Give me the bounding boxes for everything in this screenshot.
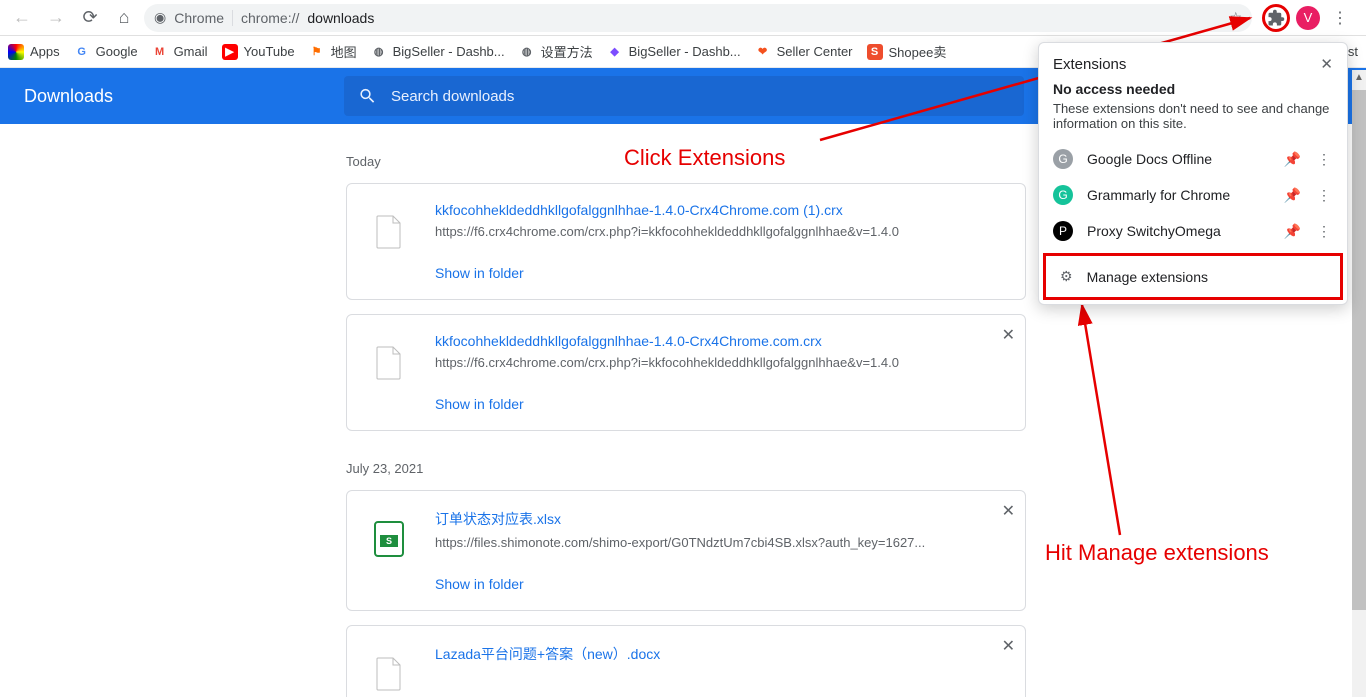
site-icon: ◉ xyxy=(154,9,166,26)
file-icon xyxy=(365,208,413,256)
extension-menu-button[interactable]: ⋮ xyxy=(1315,187,1333,204)
star-icon[interactable]: ☆ xyxy=(1229,9,1242,26)
download-filename[interactable]: kkfocohhekldeddhkllgofalggnlhhae-1.4.0-C… xyxy=(435,333,1007,349)
scrollbar-thumb[interactable] xyxy=(1352,90,1366,610)
bookmark-youtube[interactable]: ▶YouTube xyxy=(222,44,295,60)
puzzle-icon xyxy=(1267,9,1285,27)
bookmark-google[interactable]: GGoogle xyxy=(74,44,138,60)
extension-name: Grammarly for Chrome xyxy=(1087,187,1230,203)
extension-row[interactable]: P Proxy SwitchyOmega 📌 ⋮ xyxy=(1039,213,1347,249)
download-card: S 订单状态对应表.xlsx https://files.shimonote.com… xyxy=(346,490,1026,611)
download-url: https://f6.crx4chrome.com/crx.php?i=kkfo… xyxy=(435,355,1007,370)
extensions-popup: Extensions ✕ No access needed These exte… xyxy=(1038,42,1348,305)
bookmark-bigseller1[interactable]: ◍BigSeller - Dashb... xyxy=(371,44,505,60)
extensions-button[interactable] xyxy=(1262,4,1290,32)
download-card: kkfocohhekldeddhkllgofalggnlhhae-1.4.0-C… xyxy=(346,314,1026,431)
ext-description: These extensions don't need to see and c… xyxy=(1039,97,1347,141)
download-card: Lazada平台问题+答案（new）.docx✕ xyxy=(346,625,1026,697)
extension-row[interactable]: G Grammarly for Chrome 📌 ⋮ xyxy=(1039,177,1347,213)
profile-avatar[interactable]: V xyxy=(1296,6,1320,30)
extension-row[interactable]: G Google Docs Offline 📌 ⋮ xyxy=(1039,141,1347,177)
bookmark-label: BigSeller - Dashb... xyxy=(629,44,741,59)
download-url: https://f6.crx4chrome.com/crx.php?i=kkfo… xyxy=(435,224,1007,239)
show-in-folder-link[interactable]: Show in folder xyxy=(435,265,1007,281)
scrollbar[interactable]: ▲ xyxy=(1352,70,1366,697)
download-filename[interactable]: 订单状态对应表.xlsx xyxy=(435,509,1007,529)
pin-icon[interactable]: 📌 xyxy=(1284,223,1301,240)
download-filename[interactable]: Lazada平台问题+答案（new）.docx xyxy=(435,644,1007,664)
svg-text:S: S xyxy=(386,536,392,546)
extension-icon: P xyxy=(1053,221,1073,241)
chrome-menu-button[interactable]: ⋮ xyxy=(1326,4,1354,32)
remove-download-button[interactable]: ✕ xyxy=(1002,636,1015,656)
pin-icon[interactable]: 📌 xyxy=(1284,151,1301,168)
bookmark-label: 设置方法 xyxy=(541,42,593,61)
page-title: Downloads xyxy=(0,86,344,107)
extension-menu-button[interactable]: ⋮ xyxy=(1315,151,1333,168)
gear-icon: ⚙ xyxy=(1060,268,1073,285)
bookmark-settings[interactable]: ◍设置方法 xyxy=(519,42,593,61)
bookmark-label: Google xyxy=(96,44,138,59)
remove-download-button[interactable]: ✕ xyxy=(1002,501,1015,521)
bookmark-label: Gmail xyxy=(174,44,208,59)
ext-subtitle: No access needed xyxy=(1039,81,1347,97)
file-icon xyxy=(365,339,413,387)
pin-icon[interactable]: 📌 xyxy=(1284,187,1301,204)
bookmark-label: Seller Center xyxy=(777,44,853,59)
download-url: https://files.shimonote.com/shimo-export… xyxy=(435,535,1007,550)
extension-name: Proxy SwitchyOmega xyxy=(1087,223,1221,239)
forward-button[interactable]: → xyxy=(42,4,70,32)
bookmark-maps[interactable]: ⚑地图 xyxy=(309,42,357,61)
bookmark-gmail[interactable]: MGmail xyxy=(152,44,208,60)
url-prefix: chrome:// xyxy=(241,10,299,26)
bookmark-label: Apps xyxy=(30,44,60,59)
section-label: July 23, 2021 xyxy=(346,461,1366,476)
annotation-hit-manage: Hit Manage extensions xyxy=(1045,540,1269,566)
manage-extensions-button[interactable]: ⚙ Manage extensions xyxy=(1043,253,1343,300)
annotation-click-extensions: Click Extensions xyxy=(624,145,785,171)
remove-download-button[interactable]: ✕ xyxy=(1002,325,1015,345)
bookmark-sellercenter[interactable]: ❤Seller Center xyxy=(755,44,853,60)
extensions-popup-title: Extensions xyxy=(1053,56,1126,73)
close-icon[interactable]: ✕ xyxy=(1320,55,1333,73)
file-icon: S xyxy=(365,515,413,563)
extension-menu-button[interactable]: ⋮ xyxy=(1315,223,1333,240)
show-in-folder-link[interactable]: Show in folder xyxy=(435,576,1007,592)
site-label: Chrome xyxy=(174,10,224,26)
url-path: downloads xyxy=(307,10,374,26)
toolbar-right: V ⋮ xyxy=(1258,4,1358,32)
bookmark-shopee[interactable]: SShopee卖 xyxy=(867,42,947,61)
extension-icon: G xyxy=(1053,185,1073,205)
bookmark-label: BigSeller - Dashb... xyxy=(393,44,505,59)
home-button[interactable]: ⌂ xyxy=(110,4,138,32)
extension-name: Google Docs Offline xyxy=(1087,151,1212,167)
search-input[interactable] xyxy=(391,88,1010,105)
extension-icon: G xyxy=(1053,149,1073,169)
separator xyxy=(232,10,233,26)
address-bar[interactable]: ◉ Chrome chrome:// downloads ☆ xyxy=(144,4,1252,32)
search-box[interactable] xyxy=(344,76,1024,116)
download-card: kkfocohhekldeddhkllgofalggnlhhae-1.4.0-C… xyxy=(346,183,1026,300)
show-in-folder-link[interactable]: Show in folder xyxy=(435,396,1007,412)
manage-extensions-label: Manage extensions xyxy=(1087,269,1208,285)
browser-toolbar: ← → ⟳ ⌂ ◉ Chrome chrome:// downloads ☆ V … xyxy=(0,0,1366,36)
bookmark-bigseller2[interactable]: ◆BigSeller - Dashb... xyxy=(607,44,741,60)
bookmark-label: 地图 xyxy=(331,42,357,61)
back-button[interactable]: ← xyxy=(8,4,36,32)
bookmark-label: YouTube xyxy=(244,44,295,59)
bookmark-label: Shopee卖 xyxy=(889,42,947,61)
search-icon xyxy=(358,86,377,106)
download-filename[interactable]: kkfocohhekldeddhkllgofalggnlhhae-1.4.0-C… xyxy=(435,202,1007,218)
file-icon xyxy=(365,650,413,697)
bookmark-apps[interactable]: Apps xyxy=(8,44,60,60)
reload-button[interactable]: ⟳ xyxy=(76,4,104,32)
